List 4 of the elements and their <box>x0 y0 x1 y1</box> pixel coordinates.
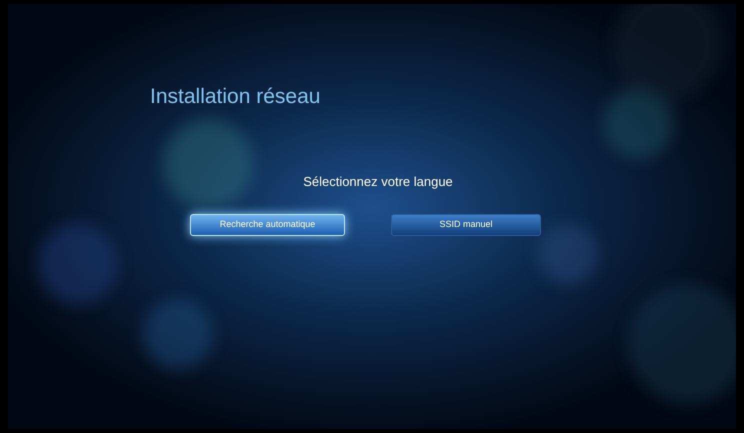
page-title: Installation réseau <box>150 84 320 110</box>
prompt-text: Sélectionnez votre langue <box>303 173 453 192</box>
option-button[interactable]: SSID manuel <box>391 214 541 236</box>
option-button[interactable]: Recherche automatique <box>190 214 345 236</box>
